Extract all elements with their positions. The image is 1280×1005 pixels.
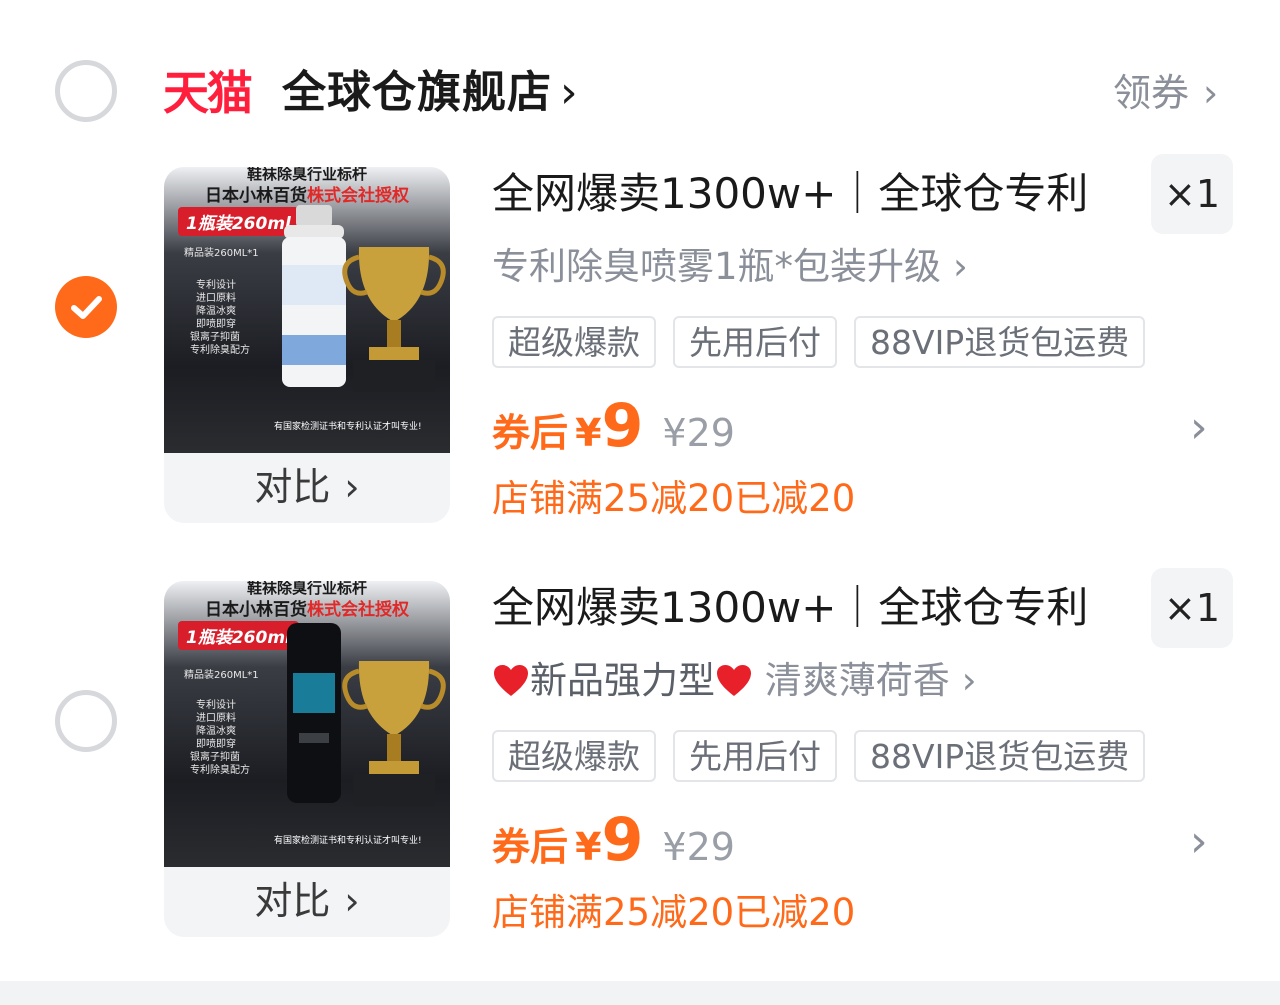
checkmark-icon [71,296,102,319]
price-currency: ¥ [575,825,602,869]
coupon-button[interactable]: 领券 › [1113,70,1218,116]
image-feature: 即喷即穿 [196,739,236,750]
sku-spec-text: 专利除臭喷雾1瓶*包装升级 [492,245,942,288]
price-currency: ¥ [575,411,602,455]
price-block: 券后 ¥9 ¥29 [492,810,735,872]
item-select-checkbox[interactable] [55,690,117,752]
chevron-right-icon[interactable]: › [1190,816,1208,867]
quantity-button[interactable]: ×1 [1151,154,1233,234]
product-image-card[interactable]: 鞋袜除臭行业标杆 日本小林百货株式会社授权 1瓶装260ml 精品装260ML*… [164,581,450,937]
image-subline: 日本小林百货株式会社授权 [205,600,409,620]
sku-spec-text: 清爽薄荷香 [753,659,950,702]
sku-spec-selector[interactable]: 专利除臭喷雾1瓶*包装升级 › [492,244,968,290]
price-label: 券后 [492,825,569,869]
original-price: ¥29 [662,411,735,455]
price-value: 9 [601,805,644,875]
image-feature: 精品装260ML*1 [184,248,259,259]
image-caption: 有国家检测证书和专利认证才叫专业! [274,836,422,846]
shop-name: 全球仓旗舰店 [282,67,552,118]
image-feature: 专利除臭配方 [190,765,250,776]
sku-spec-text: 新品强力型 [530,659,715,702]
chevron-right-icon: › [560,67,579,118]
image-caption: 有国家检测证书和专利认证才叫专业! [274,422,422,432]
heart-icon [494,665,528,696]
product-title[interactable]: 全网爆卖1300w+｜全球仓专利 [492,168,1088,220]
image-feature: 降温冰爽 [196,726,236,737]
tag-hot-item: 超级爆款 [492,730,656,782]
shop-select-checkbox[interactable] [55,60,117,122]
price-block: 券后 ¥9 ¥29 [492,396,735,458]
image-feature: 进口原料 [196,293,236,304]
tag-hot-item: 超级爆款 [492,316,656,368]
original-price: ¥29 [662,825,735,869]
coupon-label: 领券 [1113,71,1190,115]
tag-88vip-return: 88VIP退货包运费 [854,316,1146,368]
chevron-right-icon[interactable]: › [1190,402,1208,453]
chevron-right-icon: › [1203,71,1219,115]
promo-text: 店铺满25减20已减20 [492,477,856,520]
product-title[interactable]: 全网爆卖1300w+｜全球仓专利 [492,582,1088,634]
image-feature: 银离子抑菌 [190,332,240,343]
tag-pay-later: 先用后付 [673,730,837,782]
chevron-right-icon: › [344,465,360,509]
heart-icon [717,665,751,696]
image-feature: 精品装260ML*1 [184,670,259,681]
trophy-graphic [342,661,446,806]
tmall-logo: 天猫 [163,66,253,120]
price-label: 券后 [492,411,569,455]
compare-label: 对比 [254,879,331,923]
quantity-button[interactable]: ×1 [1151,568,1233,648]
image-feature: 即喷即穿 [196,319,236,330]
image-subline: 日本小林百货株式会社授权 [205,186,409,206]
chevron-right-icon: › [961,659,977,702]
promo-text: 店铺满25减20已减20 [492,891,856,934]
shop-name-link[interactable]: 全球仓旗舰店 › [282,66,579,120]
chevron-right-icon: › [344,879,360,923]
image-feature: 专利除臭配方 [190,345,250,356]
tag-88vip-return: 88VIP退货包运费 [854,730,1146,782]
chevron-right-icon: › [953,245,968,288]
image-feature: 降温冰爽 [196,306,236,317]
price-value: 9 [601,391,644,461]
compare-button[interactable]: 对比 › [164,867,450,937]
compare-label: 对比 [254,465,331,509]
image-feature: 专利设计 [196,700,236,711]
product-image-card[interactable]: 鞋袜除臭行业标杆 日本小林百货株式会社授权 1瓶装260ml 精品装260ML*… [164,167,450,523]
image-feature: 进口原料 [196,713,236,724]
tag-pay-later: 先用后付 [673,316,837,368]
trophy-graphic [342,247,446,392]
product-image[interactable]: 鞋袜除臭行业标杆 日本小林百货株式会社授权 1瓶装260ml 精品装260ML*… [164,167,450,453]
sku-spec-selector[interactable]: 新品强力型 清爽薄荷香 › [492,658,977,704]
item-select-checkbox[interactable] [55,276,117,338]
image-feature: 专利设计 [196,280,236,291]
product-image[interactable]: 鞋袜除臭行业标杆 日本小林百货株式会社授权 1瓶装260ml 精品装260ML*… [164,581,450,867]
image-feature: 银离子抑菌 [190,752,240,763]
section-divider [0,981,1280,1005]
compare-button[interactable]: 对比 › [164,453,450,523]
